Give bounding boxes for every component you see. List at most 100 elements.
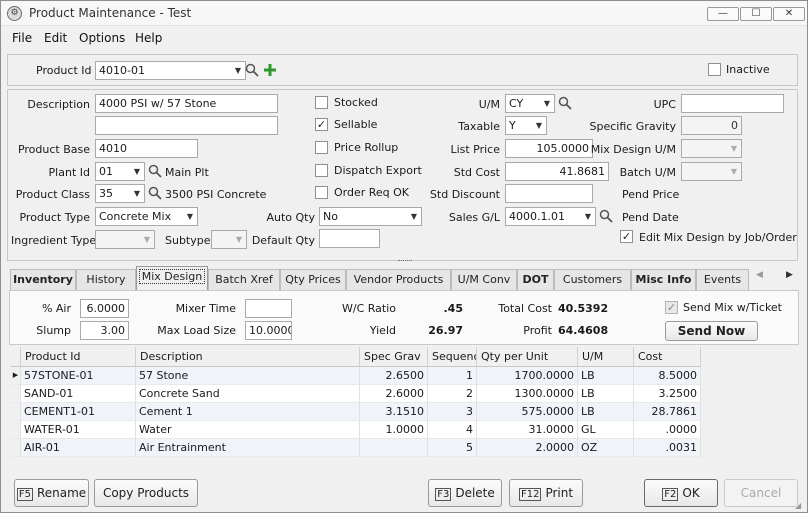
cell-um[interactable]: LB xyxy=(578,403,634,421)
tab-customers[interactable]: Customers xyxy=(554,269,631,290)
send-now-button[interactable]: Send Now xyxy=(665,321,758,341)
cell-description[interactable]: Water xyxy=(136,421,360,439)
um-combo[interactable]: CY ▼ xyxy=(505,94,555,113)
menu-file[interactable]: File xyxy=(12,31,32,45)
menu-options[interactable]: Options xyxy=(79,31,125,45)
search-icon[interactable] xyxy=(558,96,572,110)
tab-um-conv[interactable]: U/M Conv xyxy=(451,269,517,290)
upc-input[interactable] xyxy=(681,94,784,113)
taxable-combo[interactable]: Y ▼ xyxy=(505,116,547,135)
col-header-qty-per-unit[interactable]: Qty per Unit xyxy=(477,347,578,367)
close-window-button[interactable]: ✕ xyxy=(773,7,805,21)
cell-um[interactable]: OZ xyxy=(578,439,634,457)
order-req-ok-checkbox[interactable] xyxy=(315,186,328,199)
tab-qty-prices[interactable]: Qty Prices xyxy=(280,269,346,290)
tab-dot[interactable]: DOT xyxy=(517,269,554,290)
cell-product-id[interactable]: SAND-01 xyxy=(21,385,136,403)
col-header-sequence[interactable]: Sequenc xyxy=(428,347,477,367)
search-icon[interactable] xyxy=(599,209,613,223)
cell-description[interactable]: Cement 1 xyxy=(136,403,360,421)
col-header-product-id[interactable]: Product Id xyxy=(21,347,136,367)
auto-qty-combo[interactable]: No ▼ xyxy=(319,207,422,226)
cell-cost[interactable]: .0000 xyxy=(634,421,701,439)
tab-mix-design[interactable]: Mix Design xyxy=(136,266,208,291)
cell-um[interactable]: LB xyxy=(578,385,634,403)
tab-events[interactable]: Events xyxy=(696,269,749,290)
default-qty-input[interactable] xyxy=(319,229,380,248)
send-mix-checkbox[interactable]: ✓ xyxy=(665,301,678,314)
cancel-button[interactable]: Cancel xyxy=(724,479,798,507)
cell-cost[interactable]: 3.2500 xyxy=(634,385,701,403)
plant-id-combo[interactable]: 01 ▼ xyxy=(95,162,145,181)
cell-description[interactable]: Concrete Sand xyxy=(136,385,360,403)
col-header-cost[interactable]: Cost xyxy=(634,347,701,367)
cell-spec-grav[interactable]: 3.1510 xyxy=(360,403,428,421)
inactive-checkbox[interactable] xyxy=(708,63,721,76)
product-class-combo[interactable]: 35 ▼ xyxy=(95,184,145,203)
cell-sequence[interactable]: 5 xyxy=(428,439,477,457)
cell-qty-per-unit[interactable]: 1300.0000 xyxy=(477,385,578,403)
cell-spec-grav[interactable]: 2.6000 xyxy=(360,385,428,403)
tab-batch-xref[interactable]: Batch Xref xyxy=(208,269,280,290)
stocked-checkbox[interactable] xyxy=(315,96,328,109)
tab-vendor-products[interactable]: Vendor Products xyxy=(346,269,451,290)
cell-qty-per-unit[interactable]: 1700.0000 xyxy=(477,367,578,385)
cell-description[interactable]: 57 Stone xyxy=(136,367,360,385)
menu-help[interactable]: Help xyxy=(135,31,162,45)
tab-scroll-right-icon[interactable]: ▶ xyxy=(786,270,793,280)
std-discount-input[interactable] xyxy=(505,184,593,203)
cell-cost[interactable]: .0031 xyxy=(634,439,701,457)
sellable-checkbox[interactable]: ✓ xyxy=(315,118,328,131)
cell-cost[interactable]: 8.5000 xyxy=(634,367,701,385)
minimize-button[interactable]: — xyxy=(707,7,739,21)
print-button[interactable]: F12 Print xyxy=(509,479,583,507)
cell-qty-per-unit[interactable]: 575.0000 xyxy=(477,403,578,421)
specific-gravity-input[interactable]: 0 xyxy=(681,116,742,135)
edit-mix-checkbox[interactable]: ✓ xyxy=(620,230,633,243)
cell-sequence[interactable]: 4 xyxy=(428,421,477,439)
description-input[interactable]: 4000 PSI w/ 57 Stone xyxy=(95,94,278,113)
menu-edit[interactable]: Edit xyxy=(44,31,67,45)
row-header[interactable] xyxy=(11,385,21,403)
col-header-description[interactable]: Description xyxy=(136,347,360,367)
product-base-input[interactable]: 4010 xyxy=(95,139,198,158)
mixer-time-input[interactable] xyxy=(245,299,292,318)
cell-spec-grav[interactable]: 1.0000 xyxy=(360,421,428,439)
cell-sequence[interactable]: 1 xyxy=(428,367,477,385)
sales-gl-combo[interactable]: 4000.1.01 ▼ xyxy=(505,207,596,226)
delete-button[interactable]: F3 Delete xyxy=(428,479,502,507)
cell-qty-per-unit[interactable]: 31.0000 xyxy=(477,421,578,439)
tab-scroll-left-icon[interactable]: ◀ xyxy=(756,270,763,280)
cell-product-id[interactable]: AIR-01 xyxy=(21,439,136,457)
dispatch-export-checkbox[interactable] xyxy=(315,164,328,177)
cell-spec-grav[interactable] xyxy=(360,439,428,457)
splitter-grip[interactable] xyxy=(398,260,412,263)
rename-button[interactable]: F5 Rename xyxy=(14,479,89,507)
row-header[interactable] xyxy=(11,403,21,421)
search-icon[interactable] xyxy=(148,164,162,178)
cell-spec-grav[interactable]: 2.6500 xyxy=(360,367,428,385)
resize-grip-icon[interactable]: ◢ xyxy=(795,501,805,511)
cell-um[interactable]: GL xyxy=(578,421,634,439)
cell-sequence[interactable]: 2 xyxy=(428,385,477,403)
row-header[interactable] xyxy=(11,439,21,457)
cell-cost[interactable]: 28.7861 xyxy=(634,403,701,421)
col-header-um[interactable]: U/M xyxy=(578,347,634,367)
mix-design-um-combo[interactable]: ▼ xyxy=(681,139,742,158)
batch-um-combo[interactable]: ▼ xyxy=(681,162,742,181)
price-rollup-checkbox[interactable] xyxy=(315,141,328,154)
row-header[interactable]: ▶ xyxy=(11,367,21,385)
cell-qty-per-unit[interactable]: 2.0000 xyxy=(477,439,578,457)
row-header[interactable] xyxy=(11,421,21,439)
tab-misc-info[interactable]: Misc Info xyxy=(631,269,696,290)
copy-products-button[interactable]: Copy Products xyxy=(94,479,198,507)
tab-history[interactable]: History xyxy=(76,269,136,290)
col-header-spec-grav[interactable]: Spec Grav xyxy=(360,347,428,367)
cell-description[interactable]: Air Entrainment xyxy=(136,439,360,457)
search-icon[interactable] xyxy=(148,186,162,200)
cell-um[interactable]: LB xyxy=(578,367,634,385)
cell-product-id[interactable]: WATER-01 xyxy=(21,421,136,439)
search-icon[interactable] xyxy=(245,63,259,77)
maximize-button[interactable]: ☐ xyxy=(740,7,772,21)
ingredient-type-combo[interactable]: ▼ xyxy=(95,230,155,249)
